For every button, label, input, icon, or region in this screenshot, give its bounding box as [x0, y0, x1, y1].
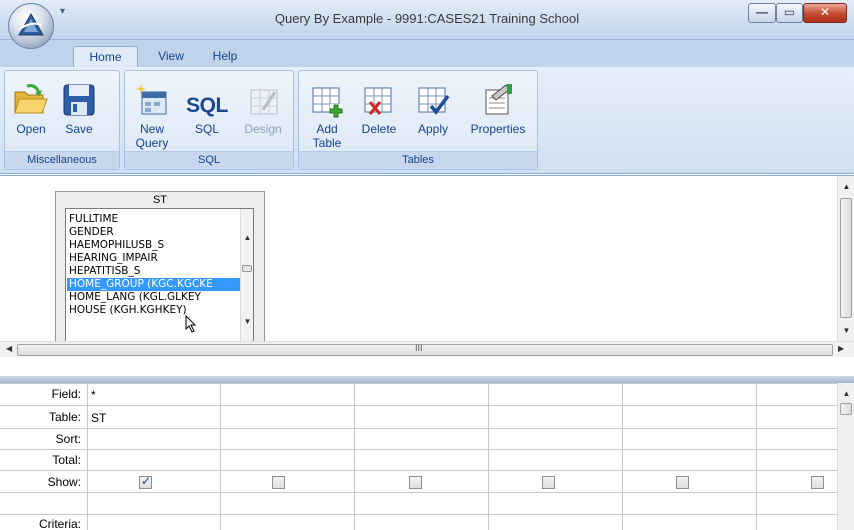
new-query-label-line1: New [139, 122, 164, 136]
table-box-title: ST [152, 194, 168, 206]
sql-button-label: SQL [194, 122, 219, 136]
sql-button[interactable]: SQL SQL [185, 76, 229, 136]
show-checkbox[interactable] [542, 476, 555, 489]
minimize-button[interactable]: — [748, 3, 776, 23]
canvas-horizontal-scrollbar[interactable]: ◀ III ▶ [0, 341, 854, 358]
new-query-icon [136, 84, 167, 115]
close-button[interactable]: ✕ [803, 3, 847, 23]
add-table-icon [312, 87, 343, 118]
field-item[interactable]: HEPATITISB_S [69, 265, 242, 278]
pane-gap [0, 357, 854, 376]
minimize-icon: — [756, 5, 768, 19]
apply-check-icon [418, 87, 450, 115]
show-checkbox[interactable] [811, 476, 824, 489]
scroll-up-icon[interactable]: ▲ [840, 182, 853, 191]
field-list-scroll-thumb[interactable] [242, 265, 252, 272]
title-bar: ▾ Query By Example - 9991:CASES21 Traini… [0, 0, 854, 49]
save-button-label: Save [65, 122, 93, 136]
delete-table-icon [364, 87, 392, 115]
close-icon: ✕ [819, 5, 831, 19]
scroll-right-icon[interactable]: ▶ [838, 344, 844, 353]
row-label-show: Show: [47, 475, 81, 489]
show-checkbox[interactable] [676, 476, 689, 489]
properties-icon [485, 84, 512, 115]
delete-button-label: Delete [361, 122, 397, 136]
add-table-label-line2: Table [312, 136, 342, 150]
apply-button-label: Apply [417, 122, 449, 136]
scroll-down-icon[interactable]: ▼ [840, 326, 853, 335]
tab-view[interactable]: View [146, 46, 196, 67]
field-item-selected[interactable]: HOME_GROUP (KGC.KGCKE [67, 278, 243, 291]
group-tables: Add Table Delete Apply Properties Tables [298, 70, 538, 170]
open-button[interactable]: Open [11, 76, 51, 136]
ribbon-tab-strip: Home View Help [0, 40, 854, 67]
query-design-canvas[interactable]: ST FULLTIME GENDER HAEMOPHILUSB_S HEARIN… [0, 175, 854, 358]
new-query-button[interactable]: New Query [129, 76, 175, 150]
grid-vscroll-thumb[interactable] [840, 403, 852, 415]
row-label-sort: Sort: [55, 432, 81, 446]
group-label-miscellaneous: Miscellaneous [5, 151, 119, 169]
show-checkbox[interactable] [139, 474, 152, 489]
field-item[interactable]: HEARING_IMPAIR [69, 252, 242, 265]
maximize-icon: ▭ [783, 5, 796, 19]
grid-cell-table[interactable]: ST [91, 411, 106, 425]
group-sql: New Query SQL SQL Design SQL [124, 70, 294, 170]
show-checkbox[interactable] [272, 476, 285, 489]
scroll-grip: III [415, 343, 423, 353]
delete-button[interactable]: Delete [357, 76, 401, 136]
group-label-sql: SQL [125, 151, 293, 169]
folder-open-icon [14, 84, 48, 114]
scroll-up-icon[interactable]: ▲ [241, 233, 253, 242]
mouse-cursor-icon [185, 315, 197, 333]
window-title: Query By Example - 9991:CASES21 Training… [274, 11, 580, 26]
field-item[interactable]: HAEMOPHILUSB_S [69, 239, 242, 252]
app-logo-icon [18, 12, 44, 36]
add-table-button[interactable]: Add Table [305, 76, 349, 150]
design-button-label: Design [244, 122, 282, 136]
new-query-label-line2: Query [135, 136, 169, 150]
show-checkbox[interactable] [409, 476, 422, 489]
field-item[interactable]: HOUSE (KGH.KGHKEY) [69, 304, 242, 317]
group-miscellaneous: Open Save Miscellaneous [4, 70, 120, 170]
add-table-label-line1: Add [316, 122, 338, 136]
floppy-disk-icon [63, 84, 95, 116]
canvas-vscroll-thumb[interactable] [840, 198, 852, 318]
design-button[interactable]: Design [237, 76, 289, 136]
application-menu-button[interactable] [8, 3, 54, 49]
field-item[interactable]: HOME_LANG (KGL.GLKEY [69, 291, 242, 304]
tab-help[interactable]: Help [203, 46, 247, 67]
sql-text-icon: SQL [185, 76, 229, 118]
tab-home[interactable]: Home [73, 46, 138, 67]
row-label-table: Table: [48, 410, 81, 424]
save-button[interactable]: Save [57, 76, 101, 136]
ribbon: Open Save Miscellaneous New Query SQL SQ… [0, 67, 854, 174]
apply-button[interactable]: Apply [411, 76, 455, 136]
design-grid-icon [250, 89, 278, 115]
scroll-down-icon[interactable]: ▼ [241, 317, 253, 326]
field-list[interactable]: FULLTIME GENDER HAEMOPHILUSB_S HEARING_I… [65, 208, 254, 345]
row-label-criteria: Criteria: [38, 517, 81, 530]
properties-button-label: Properties [470, 122, 526, 136]
scroll-up-icon[interactable]: ▲ [840, 389, 853, 398]
scroll-left-icon[interactable]: ◀ [6, 344, 12, 353]
canvas-hscroll-thumb[interactable]: III [17, 343, 833, 356]
maximize-button[interactable]: ▭ [776, 3, 803, 23]
grid-vertical-scrollbar[interactable]: ▲ [837, 383, 854, 530]
row-label-field: Field: [51, 387, 81, 401]
pane-splitter[interactable] [0, 376, 854, 383]
properties-button[interactable]: Properties [463, 76, 533, 136]
table-box-st[interactable]: ST FULLTIME GENDER HAEMOPHILUSB_S HEARIN… [55, 191, 265, 350]
group-label-tables: Tables [299, 151, 537, 169]
grid-cell-field[interactable]: * [91, 388, 96, 402]
sql-icon-text: SQL [186, 94, 228, 117]
field-item[interactable]: GENDER [69, 226, 242, 239]
open-button-label: Open [16, 122, 46, 136]
query-grid[interactable]: Field: Table: Sort: Total: Show: Criteri… [0, 383, 854, 530]
canvas-vertical-scrollbar[interactable]: ▲ ▼ [837, 176, 854, 341]
row-label-total: Total: [52, 453, 81, 467]
field-item[interactable]: FULLTIME [69, 213, 242, 226]
field-list-scrollbar[interactable]: ▲ ▼ [240, 209, 253, 344]
